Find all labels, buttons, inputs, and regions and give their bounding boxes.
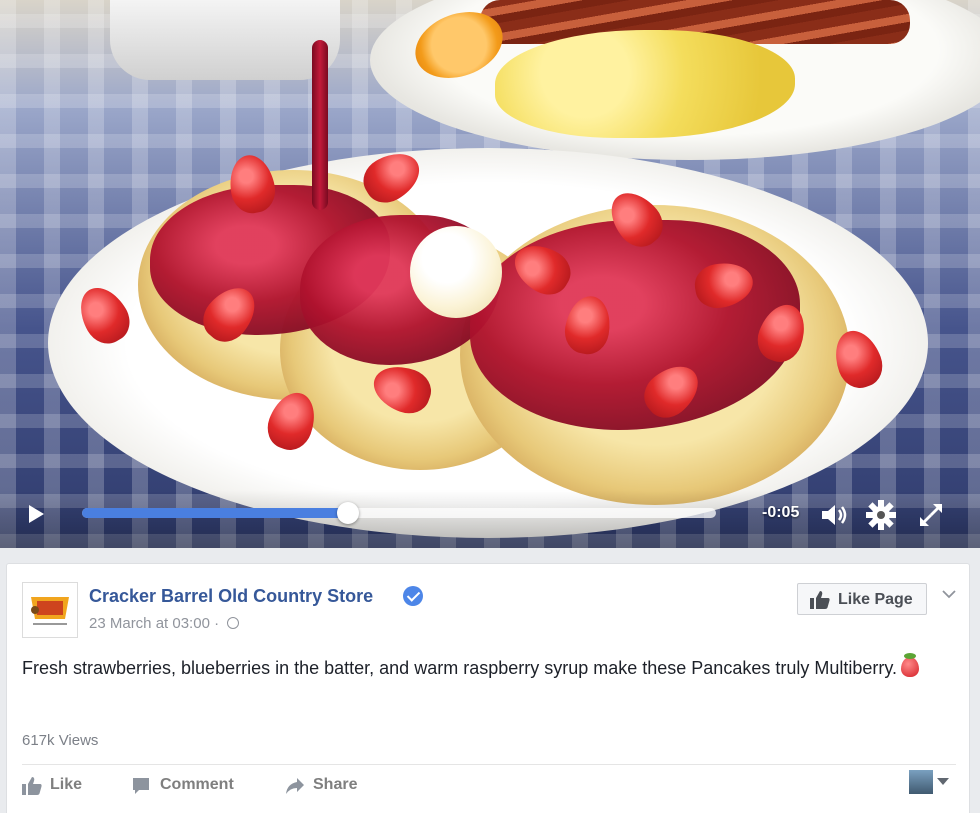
fullscreen-button[interactable]: [914, 498, 948, 532]
share-icon: [286, 778, 304, 794]
post-options-button[interactable]: [941, 586, 957, 602]
progress-fill: [82, 508, 349, 518]
globe-icon: [227, 617, 240, 629]
post-card: Cracker Barrel Old Country Store 23 Marc…: [6, 563, 970, 813]
video-frame: [0, 0, 980, 548]
volume-icon: [822, 505, 847, 525]
comment-icon: [133, 778, 149, 794]
share-label: Share: [313, 776, 358, 793]
video-controls: -0:05: [0, 490, 980, 548]
caret-down-icon[interactable]: [937, 778, 949, 785]
settings-button[interactable]: [864, 498, 898, 532]
timestamp-text: 23 March at 03:00 ·: [89, 615, 224, 632]
like-page-button[interactable]: Like Page: [797, 583, 927, 615]
thumbs-up-icon: [22, 777, 42, 795]
verified-icon: [403, 586, 423, 606]
post-message: Fresh strawberries, blueberries in the b…: [22, 653, 922, 682]
page-name-link[interactable]: Cracker Barrel Old Country Store: [89, 586, 373, 607]
comment-label: Comment: [160, 776, 234, 793]
gear-icon: [866, 500, 896, 530]
like-page-label: Like Page: [838, 591, 913, 608]
like-button[interactable]: Like: [22, 776, 102, 798]
post-timestamp[interactable]: 23 March at 03:00 ·: [89, 615, 240, 632]
time-remaining: -0:05: [762, 504, 800, 521]
thumbs-up-icon: [810, 591, 830, 609]
comment-button[interactable]: Comment: [132, 776, 252, 798]
viewer-avatar[interactable]: [909, 770, 933, 794]
page-avatar[interactable]: [22, 582, 78, 638]
video-progress-bar[interactable]: [82, 502, 716, 524]
cracker-barrel-logo: [31, 597, 69, 625]
progress-scrubber[interactable]: [337, 502, 360, 524]
strawberry-emoji: [901, 653, 920, 677]
like-label: Like: [50, 776, 83, 793]
video-player[interactable]: -0:05: [0, 0, 980, 548]
post-text: Fresh strawberries, blueberries in the b…: [22, 658, 898, 678]
share-button[interactable]: Share: [285, 776, 375, 798]
volume-button[interactable]: [818, 498, 852, 532]
divider: [22, 764, 956, 765]
play-icon: [29, 505, 44, 523]
fullscreen-icon: [920, 504, 942, 526]
chevron-down-icon: [942, 590, 956, 599]
play-button[interactable]: [24, 502, 48, 526]
view-count[interactable]: 617k Views: [22, 732, 98, 749]
